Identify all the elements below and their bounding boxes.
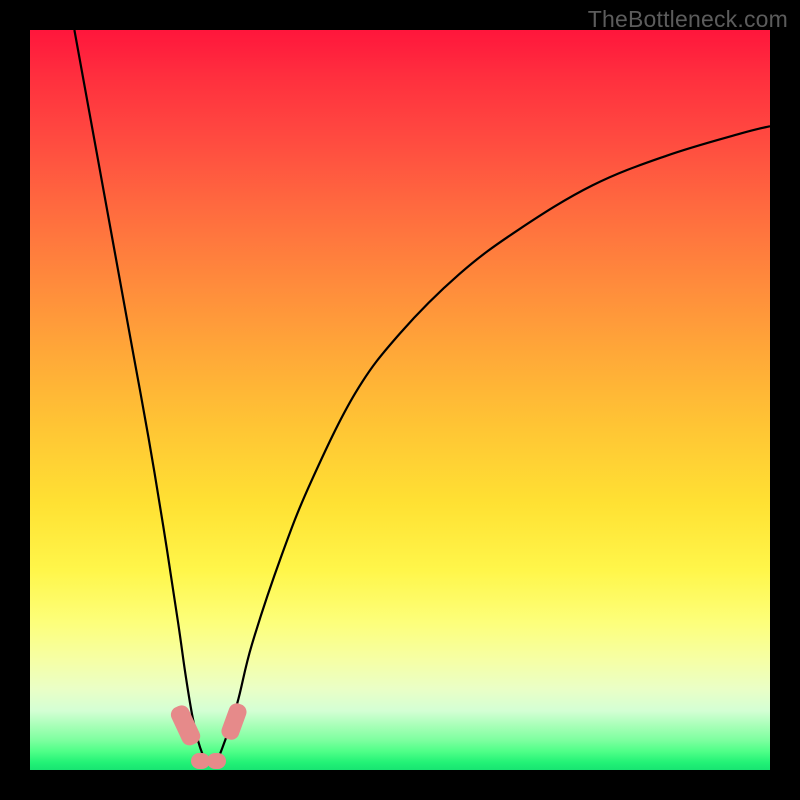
curve-layer <box>30 30 770 770</box>
chart-frame: TheBottleneck.com <box>0 0 800 800</box>
watermark-text: TheBottleneck.com <box>588 6 788 33</box>
plot-area <box>30 30 770 770</box>
bottleneck-curve <box>74 30 770 765</box>
blob-mid-b <box>207 753 226 769</box>
